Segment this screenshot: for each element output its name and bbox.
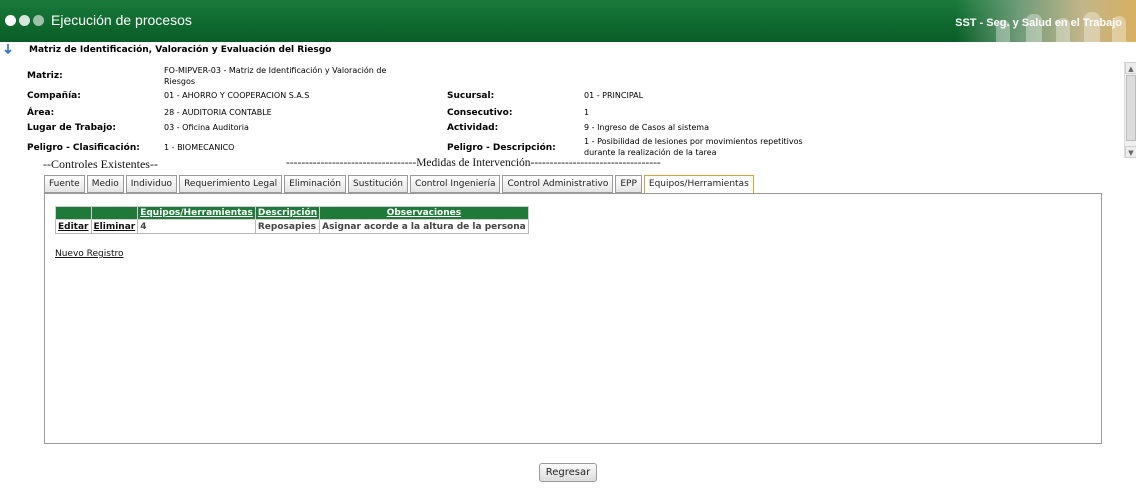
peligro-clasificacion-label: Peligro - Clasificación: [27,143,140,153]
lugar-trabajo-label: Lugar de Trabajo: [27,123,116,133]
arrow-down-icon [3,43,13,55]
lugar-trabajo-value: 03 - Oficina Auditoria [164,123,249,132]
scroll-thumb[interactable] [1126,75,1136,141]
cell-equipos: 4 [137,219,256,234]
consecutivo-value: 1 [584,108,590,117]
peligro-clasificacion-value: 1 - BIOMECANICO [164,143,235,152]
tab-control-administrativo[interactable]: Control Administrativo [502,175,614,193]
compania-value: 01 - AHORRO Y COOPERACION S.A.S [164,91,310,100]
actividad-value: 9 - Ingreso de Casos al sistema [584,123,709,132]
tab-bar: Fuente Medio Individuo Requerimiento Leg… [44,175,756,194]
area-value: 28 - AUDITORIA CONTABLE [164,108,272,117]
compania-label: Compañía: [27,91,81,101]
new-record-link[interactable]: Nuevo Registro [55,249,124,259]
app-title: Ejecución de procesos [51,12,192,28]
sucursal-value: 01 - PRINCIPAL [584,91,644,100]
scroll-up-icon[interactable]: ▲ [1125,62,1136,74]
tab-individuo[interactable]: Individuo [125,175,178,193]
controles-existentes-heading: --Controles Existentes-- [43,157,158,171]
cell-observaciones: Asignar acorde a la altura de la persona [319,219,529,234]
sucursal-label: Sucursal: [447,91,495,101]
scroll-down-icon[interactable]: ▼ [1125,146,1136,158]
peligro-descripcion-value: 1 - Posibilidad de lesiones por movimien… [584,137,803,157]
back-button[interactable]: Regresar [539,463,597,482]
matriz-value: FO-MIPVER-03 - Matriz de Identificación … [164,66,387,86]
brand-label: SST - Seg. y Salud en el Trabajo [955,17,1122,29]
delete-link[interactable]: Eliminar [90,219,139,234]
equipos-grid: Equipos/Herramientas Descripción Observa… [55,206,529,234]
area-label: Área: [27,108,55,118]
table-row: Editar Eliminar 4 Reposapies Asignar aco… [55,219,529,234]
app-header: Ejecución de procesos SST - Seg. y Salud… [0,0,1136,42]
vertical-scrollbar[interactable]: ▲ ▼ [1124,62,1136,158]
tab-fuente[interactable]: Fuente [44,175,85,193]
window-dots-icon [5,15,44,27]
grid-header-observaciones[interactable]: Observaciones [319,206,529,220]
tab-eliminacion[interactable]: Eliminación [284,175,346,193]
grid-header-descripcion[interactable]: Descripción [254,206,321,220]
actividad-label: Actividad: [447,123,499,133]
grid-header-row: Equipos/Herramientas Descripción Observa… [55,206,529,220]
tab-equipos-herramientas[interactable]: Equipos/Herramientas [643,175,754,194]
grid-header-delete [90,206,139,220]
consecutivo-label: Consecutivo: [447,108,513,118]
matriz-label: Matriz: [27,71,63,81]
cell-descripcion: Reposapies [254,219,321,234]
tab-requerimiento-legal[interactable]: Requerimiento Legal [179,175,283,193]
tab-panel: Equipos/Herramientas Descripción Observa… [44,193,1102,444]
tab-control-ingenieria[interactable]: Control Ingeniería [410,175,501,193]
medidas-intervencion-heading: ----------------------------------Medida… [286,157,661,169]
section-title: Matriz de Identificación, Valoración y E… [29,45,332,55]
edit-link[interactable]: Editar [55,219,92,234]
tab-epp[interactable]: EPP [615,175,642,193]
tab-medio[interactable]: Medio [86,175,124,193]
grid-header-equipos[interactable]: Equipos/Herramientas [137,206,256,220]
tab-sustitucion[interactable]: Sustitución [347,175,409,193]
peligro-descripcion-label: Peligro - Descripción: [447,143,556,153]
grid-header-edit [55,206,92,220]
